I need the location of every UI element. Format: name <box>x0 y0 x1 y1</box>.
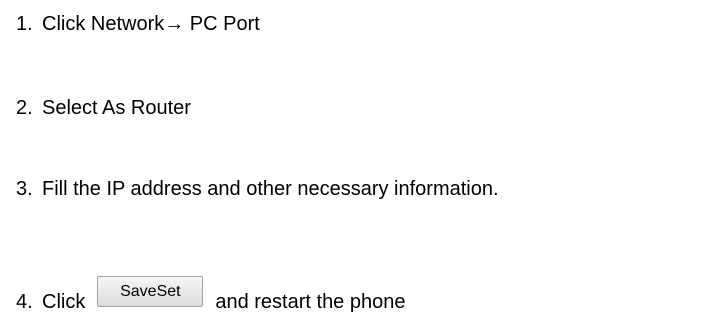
step-text: Select As Router <box>42 97 191 119</box>
step-text-after: and restart the phone <box>215 290 406 313</box>
step-1: 1. Click Network→ PC Port <box>16 12 260 36</box>
step-number: 1. <box>16 13 33 35</box>
step-text-before: Click <box>42 290 86 313</box>
step-4: 4. Click SaveSet and restart the phone <box>16 276 406 317</box>
step-2: 2. Select As Router <box>16 96 191 120</box>
step-number: 2. <box>16 97 33 119</box>
step-text: Click Network→ PC Port <box>42 13 260 35</box>
step-number: 3. <box>16 178 33 200</box>
step-text: Fill the IP address and other necessary … <box>42 178 499 200</box>
step-3: 3. Fill the IP address and other necessa… <box>16 177 499 201</box>
saveset-button[interactable]: SaveSet <box>97 276 204 307</box>
step-number: 4. <box>16 290 33 313</box>
